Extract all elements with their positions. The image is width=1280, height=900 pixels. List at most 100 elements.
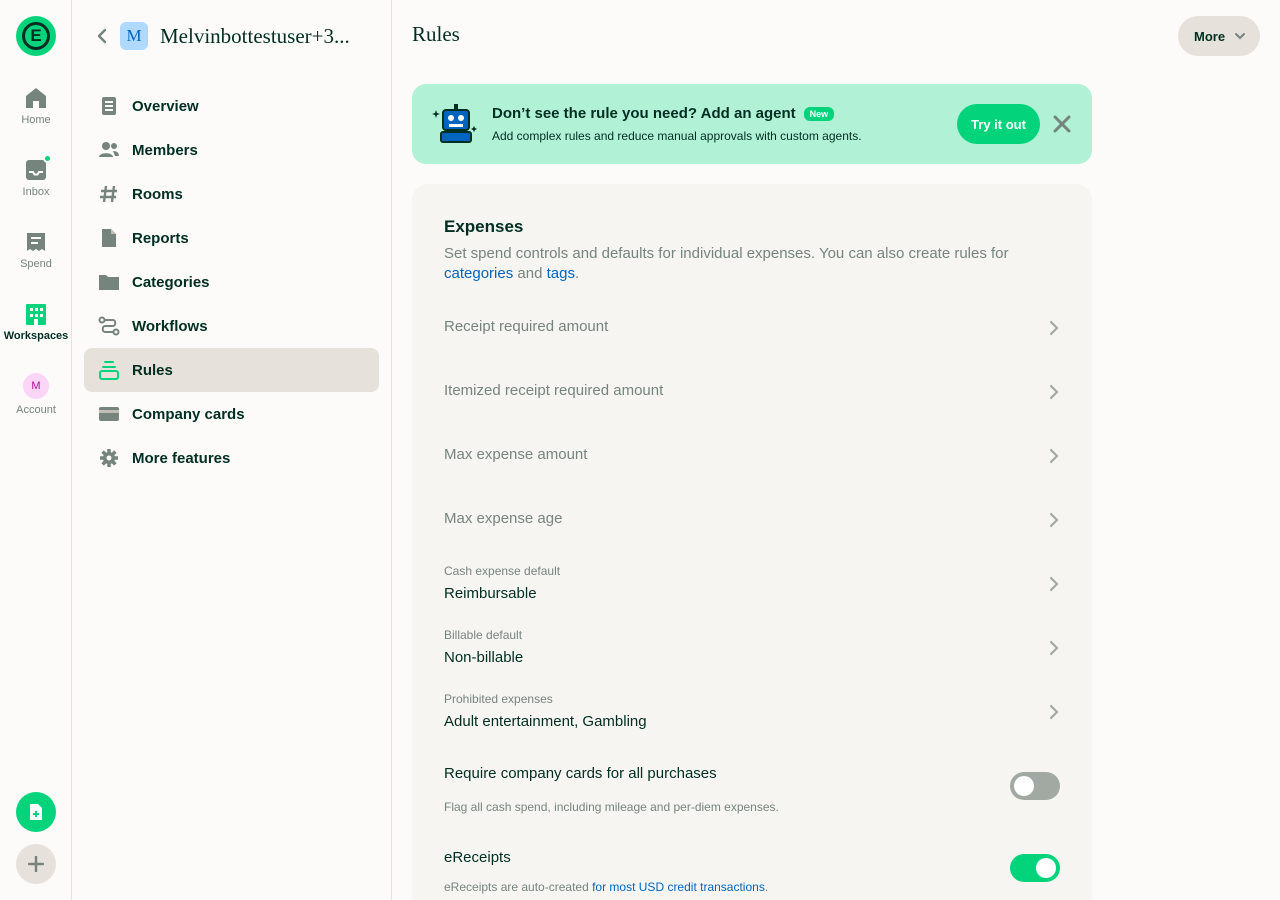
- rail-item-inbox[interactable]: Inbox: [0, 154, 72, 198]
- file-icon: [98, 227, 120, 249]
- toggle-title-ereceipts: eReceipts: [444, 849, 511, 866]
- chevron-left-icon: [97, 28, 107, 44]
- workspace-avatar: M: [120, 22, 148, 50]
- more-label: More: [1194, 28, 1226, 44]
- ereceipts-text: eReceipts are auto-created: [444, 880, 593, 894]
- toggle-knob: [1036, 858, 1056, 878]
- company-cards-toggle[interactable]: [1010, 772, 1060, 800]
- row-value: Non-billable: [444, 649, 524, 666]
- rail-label-workspaces: Workspaces: [3, 330, 69, 342]
- workspace-menu: M Melvinbottestuser+3... Overview Member…: [72, 0, 392, 900]
- rule-row-prohibited[interactable]: Prohibited expenses Adult entertainment,…: [444, 684, 1064, 740]
- create-button[interactable]: [16, 792, 56, 832]
- chevron-right-icon: [1049, 512, 1059, 528]
- close-icon[interactable]: [1052, 114, 1072, 134]
- row-label: Billable default: [444, 628, 523, 642]
- desc-and: and: [513, 265, 547, 282]
- menu-item-members[interactable]: Members: [84, 128, 379, 172]
- chevron-right-icon: [1049, 320, 1059, 336]
- document-icon: [98, 95, 120, 117]
- rules-icon: [98, 359, 120, 381]
- menu-item-categories[interactable]: Categories: [84, 260, 379, 304]
- rule-row-billable-default[interactable]: Billable default Non-billable: [444, 620, 1064, 676]
- rail-item-account[interactable]: M Account: [0, 373, 72, 416]
- try-it-out-button[interactable]: Try it out: [957, 104, 1040, 144]
- menu-item-overview[interactable]: Overview: [84, 84, 379, 128]
- robot-icon: [432, 104, 477, 143]
- menu-item-reports[interactable]: Reports: [84, 216, 379, 260]
- logo-letter: E: [22, 22, 50, 50]
- menu-item-company-cards[interactable]: Company cards: [84, 392, 379, 436]
- row-value: Reimbursable: [444, 585, 537, 602]
- menu-item-workflows[interactable]: Workflows: [84, 304, 379, 348]
- chevron-right-icon: [1049, 640, 1059, 656]
- unread-dot: [43, 154, 52, 163]
- users-icon: [98, 139, 120, 161]
- more-button[interactable]: More: [1178, 16, 1260, 56]
- menu-item-more-features[interactable]: More features: [84, 436, 379, 480]
- nav-rail: E Home Inbox Spend Workspaces M Account: [0, 0, 72, 900]
- chevron-right-icon: [1049, 384, 1059, 400]
- toggle-title-company-cards: Require company cards for all purchases: [444, 765, 717, 782]
- rule-row-max-amount[interactable]: Max expense amount: [444, 428, 1064, 484]
- chevron-right-icon: [1049, 704, 1059, 720]
- workspace-header: M Melvinbottestuser+3...: [72, 18, 392, 54]
- menu-label: Rooms: [132, 185, 183, 203]
- new-badge: New: [803, 106, 835, 121]
- menu-item-rooms[interactable]: Rooms: [84, 172, 379, 216]
- rail-item-home[interactable]: Home: [0, 86, 72, 126]
- tags-link[interactable]: tags: [547, 265, 575, 282]
- folder-icon: [98, 271, 120, 293]
- rule-row-itemized-receipt[interactable]: Itemized receipt required amount: [444, 364, 1064, 420]
- desc-period: .: [574, 265, 580, 282]
- rail-label-account: Account: [16, 404, 56, 416]
- menu-label: More features: [132, 449, 231, 467]
- expensify-logo[interactable]: E: [16, 16, 56, 56]
- section-title: Expenses: [444, 217, 524, 236]
- menu-item-rules[interactable]: Rules: [84, 348, 379, 392]
- agent-banner: Don’t see the rule you need? Add an agen…: [412, 84, 1092, 164]
- home-icon: [24, 86, 48, 110]
- back-button[interactable]: [92, 26, 112, 46]
- menu-label: Company cards: [132, 405, 245, 423]
- main-content: Rules More Don’t see the rule you need? …: [392, 0, 1280, 900]
- banner-subtitle: Add complex rules and reduce manual appr…: [492, 129, 862, 143]
- row-label: Receipt required amount: [444, 318, 609, 335]
- building-icon: [24, 302, 48, 326]
- row-label: Max expense age: [444, 510, 563, 527]
- row-label: Itemized receipt required amount: [444, 382, 664, 399]
- rule-row-cash-default[interactable]: Cash expense default Reimbursable: [444, 556, 1064, 612]
- menu-label: Overview: [132, 97, 199, 115]
- rail-label-inbox: Inbox: [22, 186, 50, 198]
- toggle-knob: [1014, 776, 1034, 796]
- menu-label: Rules: [132, 361, 173, 379]
- avatar: M: [23, 373, 49, 399]
- rule-row-receipt-required[interactable]: Receipt required amount: [444, 300, 1064, 356]
- workflow-icon: [98, 315, 120, 337]
- gear-icon: [98, 447, 120, 469]
- rail-item-workspaces[interactable]: Workspaces: [0, 302, 72, 342]
- menu-label: Members: [132, 141, 198, 159]
- usd-credit-link[interactable]: for most USD credit transactions: [592, 880, 765, 894]
- add-button[interactable]: [16, 844, 56, 884]
- chevron-right-icon: [1049, 576, 1059, 592]
- ereceipts-period: .: [764, 880, 769, 894]
- page-title: Rules: [412, 22, 460, 46]
- row-label: Prohibited expenses: [444, 692, 553, 706]
- categories-link[interactable]: categories: [444, 265, 513, 282]
- banner-title: Don’t see the rule you need? Add an agen…: [492, 105, 835, 122]
- hashtag-icon: [98, 183, 120, 205]
- rail-item-spend[interactable]: Spend: [0, 230, 72, 270]
- new-expense-icon: [30, 804, 42, 820]
- menu-label: Categories: [132, 273, 210, 291]
- credit-card-icon: [98, 403, 120, 425]
- desc-text: Set spend controls and defaults for indi…: [444, 245, 1009, 262]
- section-description: Set spend controls and defaults for indi…: [444, 244, 1044, 284]
- toggle-subtitle-company-cards: Flag all cash spend, including mileage a…: [444, 800, 779, 814]
- ereceipts-toggle[interactable]: [1010, 854, 1060, 882]
- menu-label: Reports: [132, 229, 189, 247]
- workspace-name: Melvinbottestuser+3...: [160, 24, 350, 48]
- rule-row-max-age[interactable]: Max expense age: [444, 492, 1064, 548]
- inbox-icon: [24, 154, 52, 182]
- row-label: Max expense amount: [444, 446, 588, 463]
